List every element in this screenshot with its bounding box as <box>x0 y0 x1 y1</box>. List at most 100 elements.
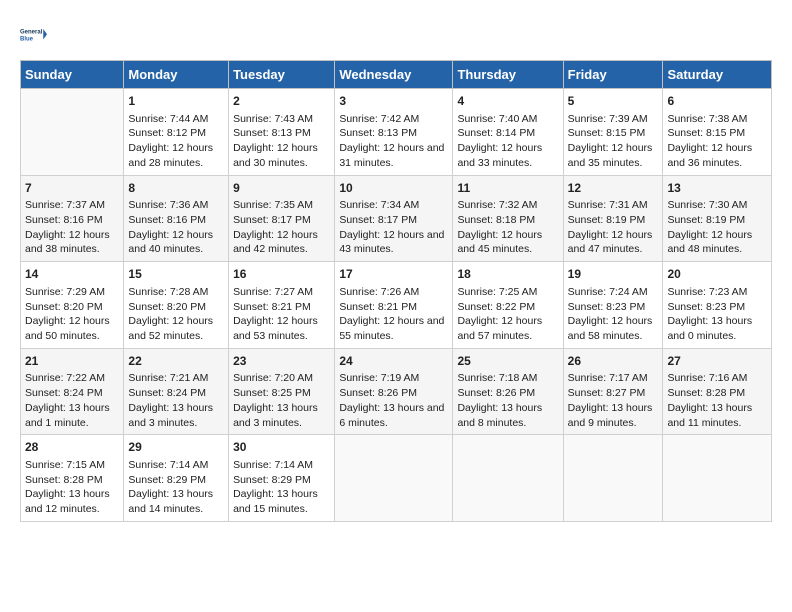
daylight-text: Daylight: 13 hours and 3 minutes. <box>128 401 224 430</box>
day-number: 8 <box>128 180 224 197</box>
sunrise-text: Sunrise: 7:15 AM <box>25 458 119 473</box>
col-header-monday: Monday <box>124 61 229 89</box>
daylight-text: Daylight: 12 hours and 57 minutes. <box>457 314 558 343</box>
daylight-text: Daylight: 13 hours and 6 minutes. <box>339 401 448 430</box>
sunset-text: Sunset: 8:23 PM <box>667 300 767 315</box>
col-header-friday: Friday <box>563 61 663 89</box>
daylight-text: Daylight: 12 hours and 48 minutes. <box>667 228 767 257</box>
sunrise-text: Sunrise: 7:18 AM <box>457 371 558 386</box>
sunrise-text: Sunrise: 7:44 AM <box>128 112 224 127</box>
day-number: 26 <box>568 353 659 370</box>
col-header-sunday: Sunday <box>21 61 124 89</box>
cell-week4-day5 <box>563 435 663 522</box>
sunrise-text: Sunrise: 7:37 AM <box>25 198 119 213</box>
cell-week3-day2: 23Sunrise: 7:20 AMSunset: 8:25 PMDayligh… <box>229 348 335 435</box>
cell-week2-day1: 15Sunrise: 7:28 AMSunset: 8:20 PMDayligh… <box>124 262 229 349</box>
sunset-text: Sunset: 8:13 PM <box>339 126 448 141</box>
sunset-text: Sunset: 8:20 PM <box>128 300 224 315</box>
sunset-text: Sunset: 8:20 PM <box>25 300 119 315</box>
sunrise-text: Sunrise: 7:20 AM <box>233 371 330 386</box>
sunrise-text: Sunrise: 7:25 AM <box>457 285 558 300</box>
daylight-text: Daylight: 12 hours and 53 minutes. <box>233 314 330 343</box>
day-number: 20 <box>667 266 767 283</box>
sunrise-text: Sunrise: 7:36 AM <box>128 198 224 213</box>
daylight-text: Daylight: 13 hours and 8 minutes. <box>457 401 558 430</box>
sunset-text: Sunset: 8:19 PM <box>667 213 767 228</box>
day-number: 17 <box>339 266 448 283</box>
daylight-text: Daylight: 13 hours and 14 minutes. <box>128 487 224 516</box>
daylight-text: Daylight: 12 hours and 36 minutes. <box>667 141 767 170</box>
day-number: 19 <box>568 266 659 283</box>
cell-week4-day4 <box>453 435 563 522</box>
sunset-text: Sunset: 8:15 PM <box>667 126 767 141</box>
sunrise-text: Sunrise: 7:14 AM <box>233 458 330 473</box>
day-number: 2 <box>233 93 330 110</box>
sunset-text: Sunset: 8:16 PM <box>128 213 224 228</box>
col-header-tuesday: Tuesday <box>229 61 335 89</box>
daylight-text: Daylight: 12 hours and 43 minutes. <box>339 228 448 257</box>
day-number: 11 <box>457 180 558 197</box>
sunrise-text: Sunrise: 7:19 AM <box>339 371 448 386</box>
day-number: 6 <box>667 93 767 110</box>
daylight-text: Daylight: 12 hours and 40 minutes. <box>128 228 224 257</box>
cell-week1-day4: 11Sunrise: 7:32 AMSunset: 8:18 PMDayligh… <box>453 175 563 262</box>
cell-week2-day2: 16Sunrise: 7:27 AMSunset: 8:21 PMDayligh… <box>229 262 335 349</box>
sunset-text: Sunset: 8:17 PM <box>233 213 330 228</box>
daylight-text: Daylight: 12 hours and 55 minutes. <box>339 314 448 343</box>
sunset-text: Sunset: 8:29 PM <box>128 473 224 488</box>
daylight-text: Daylight: 13 hours and 9 minutes. <box>568 401 659 430</box>
day-number: 10 <box>339 180 448 197</box>
cell-week2-day6: 20Sunrise: 7:23 AMSunset: 8:23 PMDayligh… <box>663 262 772 349</box>
sunset-text: Sunset: 8:15 PM <box>568 126 659 141</box>
sunset-text: Sunset: 8:14 PM <box>457 126 558 141</box>
page-header: GeneralBlue <box>20 20 772 50</box>
logo: GeneralBlue <box>20 20 50 50</box>
cell-week0-day6: 6Sunrise: 7:38 AMSunset: 8:15 PMDaylight… <box>663 89 772 176</box>
cell-week2-day3: 17Sunrise: 7:26 AMSunset: 8:21 PMDayligh… <box>335 262 453 349</box>
daylight-text: Daylight: 12 hours and 38 minutes. <box>25 228 119 257</box>
sunset-text: Sunset: 8:28 PM <box>25 473 119 488</box>
col-header-thursday: Thursday <box>453 61 563 89</box>
cell-week4-day1: 29Sunrise: 7:14 AMSunset: 8:29 PMDayligh… <box>124 435 229 522</box>
day-number: 7 <box>25 180 119 197</box>
sunset-text: Sunset: 8:26 PM <box>457 386 558 401</box>
sunset-text: Sunset: 8:29 PM <box>233 473 330 488</box>
cell-week4-day0: 28Sunrise: 7:15 AMSunset: 8:28 PMDayligh… <box>21 435 124 522</box>
cell-week1-day6: 13Sunrise: 7:30 AMSunset: 8:19 PMDayligh… <box>663 175 772 262</box>
sunset-text: Sunset: 8:26 PM <box>339 386 448 401</box>
cell-week1-day1: 8Sunrise: 7:36 AMSunset: 8:16 PMDaylight… <box>124 175 229 262</box>
sunrise-text: Sunrise: 7:17 AM <box>568 371 659 386</box>
daylight-text: Daylight: 12 hours and 52 minutes. <box>128 314 224 343</box>
col-header-saturday: Saturday <box>663 61 772 89</box>
daylight-text: Daylight: 13 hours and 3 minutes. <box>233 401 330 430</box>
cell-week2-day4: 18Sunrise: 7:25 AMSunset: 8:22 PMDayligh… <box>453 262 563 349</box>
sunrise-text: Sunrise: 7:30 AM <box>667 198 767 213</box>
daylight-text: Daylight: 12 hours and 47 minutes. <box>568 228 659 257</box>
sunset-text: Sunset: 8:24 PM <box>25 386 119 401</box>
sunrise-text: Sunrise: 7:35 AM <box>233 198 330 213</box>
cell-week1-day3: 10Sunrise: 7:34 AMSunset: 8:17 PMDayligh… <box>335 175 453 262</box>
day-number: 1 <box>128 93 224 110</box>
sunset-text: Sunset: 8:19 PM <box>568 213 659 228</box>
sunset-text: Sunset: 8:27 PM <box>568 386 659 401</box>
sunset-text: Sunset: 8:21 PM <box>233 300 330 315</box>
daylight-text: Daylight: 12 hours and 50 minutes. <box>25 314 119 343</box>
cell-week4-day3 <box>335 435 453 522</box>
sunrise-text: Sunrise: 7:43 AM <box>233 112 330 127</box>
sunset-text: Sunset: 8:22 PM <box>457 300 558 315</box>
day-number: 16 <box>233 266 330 283</box>
svg-text:General: General <box>20 30 43 36</box>
day-number: 12 <box>568 180 659 197</box>
daylight-text: Daylight: 12 hours and 58 minutes. <box>568 314 659 343</box>
sunrise-text: Sunrise: 7:42 AM <box>339 112 448 127</box>
sunset-text: Sunset: 8:25 PM <box>233 386 330 401</box>
daylight-text: Daylight: 12 hours and 33 minutes. <box>457 141 558 170</box>
cell-week3-day6: 27Sunrise: 7:16 AMSunset: 8:28 PMDayligh… <box>663 348 772 435</box>
cell-week2-day0: 14Sunrise: 7:29 AMSunset: 8:20 PMDayligh… <box>21 262 124 349</box>
day-number: 14 <box>25 266 119 283</box>
day-number: 15 <box>128 266 224 283</box>
cell-week3-day1: 22Sunrise: 7:21 AMSunset: 8:24 PMDayligh… <box>124 348 229 435</box>
day-number: 27 <box>667 353 767 370</box>
logo-icon: GeneralBlue <box>20 20 50 50</box>
day-number: 23 <box>233 353 330 370</box>
